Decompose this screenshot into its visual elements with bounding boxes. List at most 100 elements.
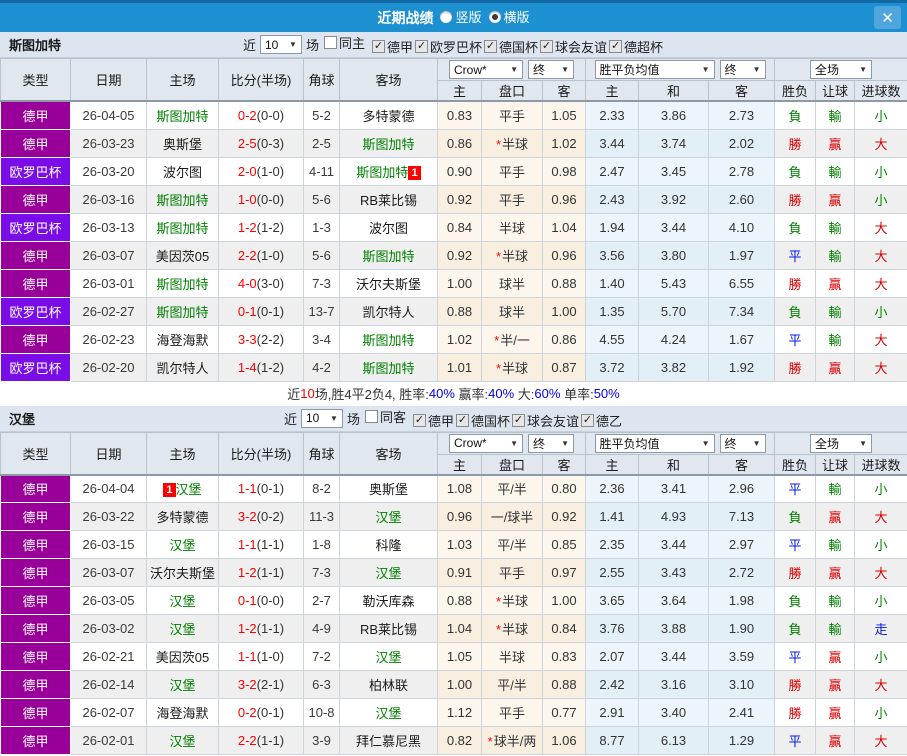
filter-checkbox[interactable]: ✓德超杯 [609, 37, 663, 56]
result-wdl-cell: 平 [775, 241, 816, 269]
filter-bar: 近 10▼ 场 同客✓德甲✓德国杯✓球会友谊✓德乙 [0, 407, 907, 430]
filter-checkbox[interactable]: ✓德甲 [372, 37, 413, 56]
result-handicap-cell: 輸 [816, 213, 855, 241]
away-team-cell: 斯图加特 [340, 129, 438, 157]
match-row: 德甲 26-04-05 斯图加特 0-2(0-0) 5-2 多特蒙德 0.83 … [1, 101, 907, 129]
mean-draw-cell: 3.88 [639, 615, 709, 643]
mean-draw-cell: 3.41 [639, 475, 709, 503]
result-goals-cell: 小 [855, 157, 907, 185]
result-wdl-cell: 平 [775, 531, 816, 559]
checkbox-unchecked-icon [365, 410, 378, 423]
layout-option-label: 横版 [504, 7, 530, 26]
filter-checkbox[interactable]: 同客 [365, 407, 406, 426]
filter-label: 德超杯 [624, 37, 663, 56]
scope-select[interactable]: 全场▼ [810, 60, 872, 79]
close-button[interactable]: ✕ [874, 6, 901, 29]
filter-label: 球会友谊 [527, 411, 579, 430]
result-handicap-cell: 輸 [816, 587, 855, 615]
mean-draw-cell: 3.82 [639, 353, 709, 381]
filter-checkbox[interactable]: ✓德乙 [581, 411, 622, 430]
filter-label: 球会友谊 [555, 37, 607, 56]
filter-checkbox[interactable]: 同主 [324, 33, 365, 52]
odds-final-select[interactable]: 终▼ [528, 60, 574, 79]
team-link: 沃尔夫斯堡 [356, 277, 421, 292]
fulltime-score: 1-2 [238, 565, 257, 580]
filter-checkbox[interactable]: ✓欧罗巴杯 [415, 37, 482, 56]
matches-table: 类型 日期 主场 比分(半场) 角球 客场 Crow*▼ 终▼ 胜平负均值▼ 终… [0, 432, 907, 756]
away-team-cell: 科隆 [340, 531, 438, 559]
mean-final-select[interactable]: 终▼ [720, 434, 766, 453]
result-handicap-cell: 贏 [816, 699, 855, 727]
filter-checkbox[interactable]: ✓球会友谊 [512, 411, 579, 430]
odds-home-cell: 0.86 [438, 129, 482, 157]
mean-final-select[interactable]: 终▼ [720, 60, 766, 79]
team-link: 美因茨05 [156, 249, 209, 264]
mean-source-select[interactable]: 胜平负均值▼ [595, 60, 715, 79]
handicap-star-icon: * [496, 622, 501, 637]
mean-away-cell: 2.97 [709, 531, 775, 559]
odds-company-select[interactable]: Crow*▼ [449, 60, 523, 79]
team-link: RB莱比锡 [360, 622, 417, 637]
odds-away-cell: 0.98 [543, 157, 586, 185]
checkbox-checked-icon: ✓ [415, 40, 428, 53]
checkbox-checked-icon: ✓ [540, 40, 553, 53]
filter-checkbox[interactable]: ✓德甲 [413, 411, 454, 430]
date-cell: 26-03-01 [71, 269, 147, 297]
result-wdl-cell: 勝 [775, 353, 816, 381]
match-row: 德甲 26-03-16 斯图加特 1-0(0-0) 5-6 RB莱比锡 0.92… [1, 185, 907, 213]
result-handicap-cell: 輸 [816, 101, 855, 129]
filter-checkbox[interactable]: ✓德国杯 [456, 411, 510, 430]
team-link: 奥斯堡 [163, 137, 202, 152]
mean-draw-cell: 6.13 [639, 727, 709, 755]
mean-draw-cell: 4.93 [639, 503, 709, 531]
mean-source-select[interactable]: 胜平负均值▼ [595, 434, 715, 453]
near-count-select[interactable]: 10▼ [301, 409, 343, 428]
league-cell: 德甲 [1, 269, 71, 297]
matches-table-body: 德甲 26-04-04 1汉堡 1-1(0-1) 8-2 奥斯堡 1.08 平/… [1, 475, 907, 755]
odds-company-select[interactable]: Crow*▼ [449, 434, 523, 453]
layout-option-selected[interactable]: 横版 [489, 7, 530, 26]
team-link: 沃尔夫斯堡 [150, 566, 215, 581]
date-cell: 26-03-20 [71, 157, 147, 185]
mean-draw-cell: 3.43 [639, 559, 709, 587]
filter-bar: 近 10▼ 场 同主✓德甲✓欧罗巴杯✓德国杯✓球会友谊✓德超杯 [0, 33, 907, 56]
away-team-cell: 波尔图 [340, 213, 438, 241]
result-wdl-cell: 負 [775, 615, 816, 643]
odds-away-cell: 0.87 [543, 353, 586, 381]
chevron-down-icon: ▼ [289, 40, 297, 49]
mean-away-cell: 4.10 [709, 213, 775, 241]
mean-away-cell: 3.10 [709, 671, 775, 699]
mean-home-cell: 2.91 [586, 699, 639, 727]
checkbox-checked-icon: ✓ [456, 414, 469, 427]
filter-checkbox[interactable]: ✓球会友谊 [540, 37, 607, 56]
checkbox-unchecked-icon [324, 36, 337, 49]
fulltime-score: 1-1 [238, 649, 257, 664]
odds-away-cell: 1.05 [543, 101, 586, 129]
rank-badge: 1 [408, 166, 420, 180]
mean-away-cell: 1.97 [709, 241, 775, 269]
handicap-cell: *半球 [482, 587, 543, 615]
rank-badge: 1 [163, 483, 175, 497]
score-cell: 3-3(2-2) [219, 325, 304, 353]
result-goals-cell: 小 [855, 699, 907, 727]
team-link: 勒沃库森 [362, 594, 414, 609]
corner-cell: 2-7 [304, 587, 340, 615]
home-team-cell: 汉堡 [147, 727, 219, 755]
handicap-cell: 平手 [482, 101, 543, 129]
layout-option-unselected[interactable]: 竖版 [440, 7, 481, 26]
date-cell: 26-04-05 [71, 101, 147, 129]
mean-home-cell: 2.33 [586, 101, 639, 129]
odds-away-cell: 0.77 [543, 699, 586, 727]
filter-label: 同客 [380, 407, 406, 426]
date-cell: 26-03-07 [71, 559, 147, 587]
away-team-cell: 柏林联 [340, 671, 438, 699]
filter-checkbox[interactable]: ✓德国杯 [484, 37, 538, 56]
near-count-select[interactable]: 10▼ [260, 35, 302, 54]
scope-select[interactable]: 全场▼ [810, 434, 872, 453]
result-goals-cell: 大 [855, 325, 907, 353]
odds-away-cell: 1.00 [543, 297, 586, 325]
match-row: 德甲 26-03-07 美因茨05 2-2(1-0) 5-6 斯图加特 0.92… [1, 241, 907, 269]
mean-draw-cell: 3.92 [639, 185, 709, 213]
odds-final-select[interactable]: 终▼ [528, 434, 574, 453]
home-team-cell: 海登海默 [147, 699, 219, 727]
